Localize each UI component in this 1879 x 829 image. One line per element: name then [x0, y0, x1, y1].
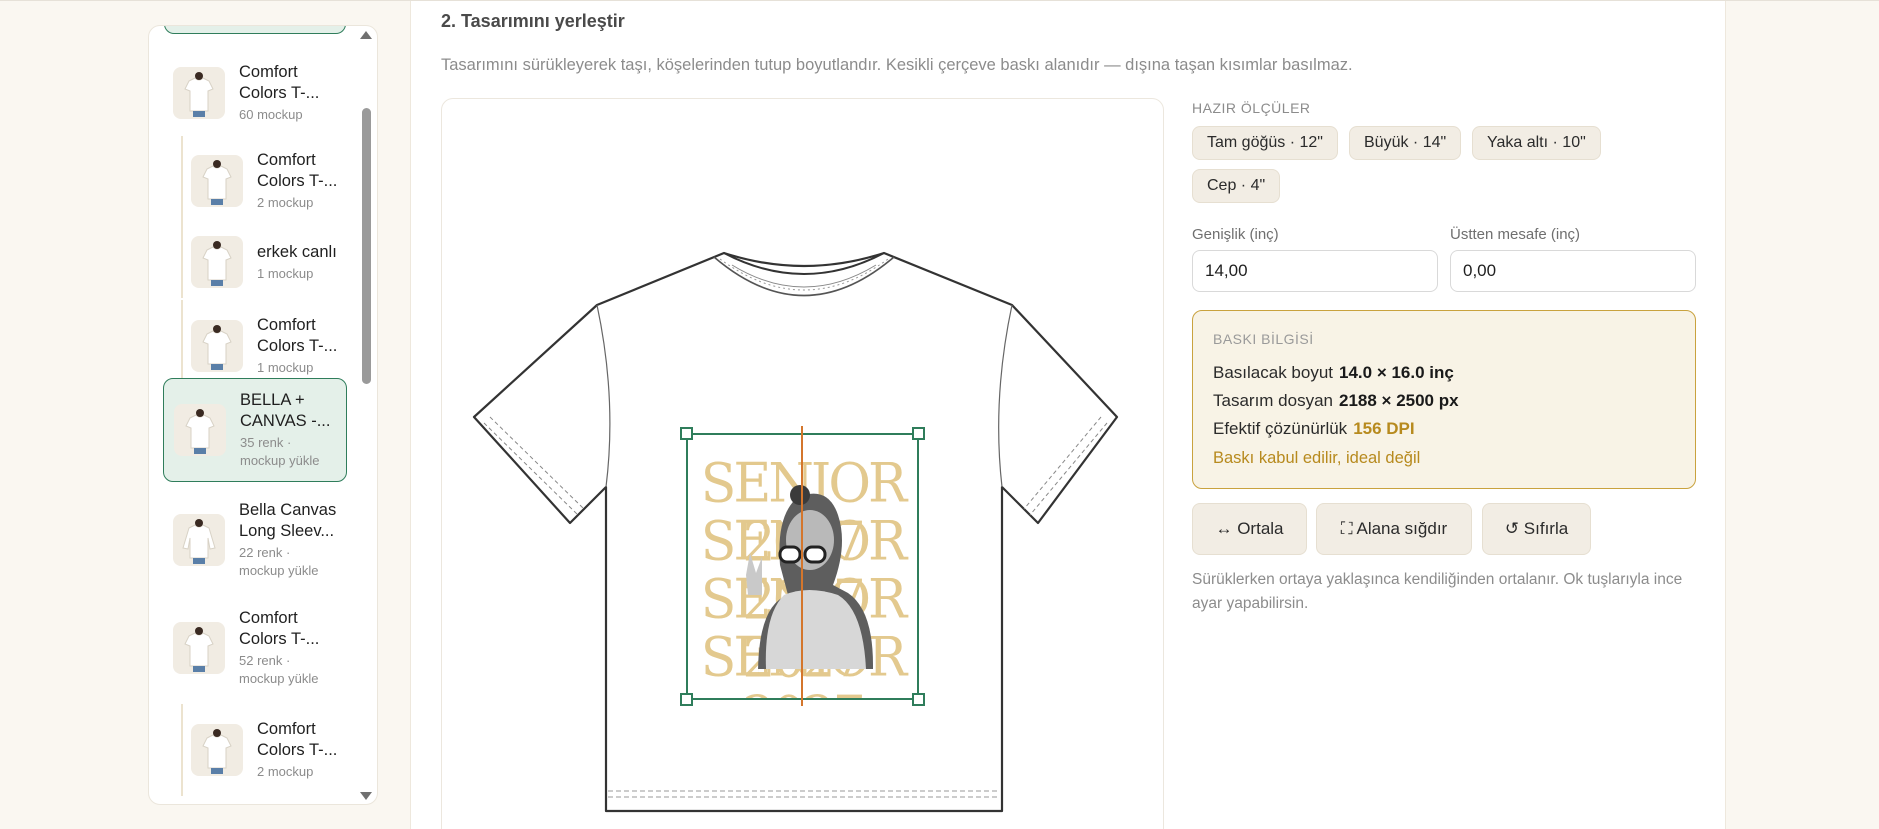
- width-input[interactable]: 14,00: [1192, 250, 1438, 292]
- scroll-down-arrow-icon[interactable]: [360, 792, 372, 800]
- product-name: Comfort: [239, 63, 298, 81]
- step-title: 2. Tasarımını yerleştir: [441, 11, 625, 31]
- tshirt-thumbnail: [173, 514, 225, 566]
- product-item[interactable]: Bella Canvas Long Sleev... 22 renk · moc…: [173, 488, 353, 592]
- tshirt-thumbnail: [191, 236, 243, 288]
- placement-hint: Sürüklerken ortaya yaklaşınca kendiliğin…: [1192, 571, 1683, 612]
- print-size-row: Basılacak boyut 14.0 × 16.0 inç: [1213, 363, 1454, 383]
- product-name-cont: Colors T-...: [257, 337, 338, 355]
- product-meta-cont: mockup yükle: [240, 453, 320, 468]
- preset-full-chest-button[interactable]: Tam göğüs · 12": [1192, 126, 1338, 160]
- step-description: Tasarımını sürükleyerek taşı, köşelerind…: [441, 56, 1353, 74]
- print-info-title: BASKI BİLGİSİ: [1213, 331, 1314, 347]
- product-variant-item[interactable]: Comfort Colors T-... 2 mockup: [181, 704, 349, 796]
- sidebar-scrollbar[interactable]: [359, 26, 373, 804]
- tshirt-thumbnail: [191, 320, 243, 372]
- product-variant-item[interactable]: Comfort Colors T-... 2 mockup: [181, 136, 349, 226]
- tshirt-thumbnail: [173, 67, 225, 119]
- resolution-value: 156 DPI: [1353, 419, 1415, 438]
- preset-pocket-button[interactable]: Cep · 4": [1192, 169, 1281, 203]
- fit-area-button-label: ⛶ Alana sığdır: [1340, 519, 1448, 538]
- top-divider: [0, 0, 1879, 1]
- tshirt-thumbnail: [173, 622, 225, 674]
- product-name: Comfort: [257, 151, 316, 169]
- preset-below-collar-button[interactable]: Yaka altı · 10": [1472, 126, 1601, 160]
- preset-large-button[interactable]: Büyük · 14": [1349, 126, 1462, 160]
- reset-button-label: ↺ Sıfırla: [1504, 519, 1569, 538]
- product-meta: 1 mockup: [257, 265, 314, 281]
- design-file-row: Tasarım dosyan 2188 × 2500 px: [1213, 391, 1459, 411]
- center-button-label: ↔ Ortala: [1215, 519, 1284, 538]
- resolution-row: Efektif çözünürlük 156 DPI: [1213, 419, 1415, 439]
- design-file-label: Tasarım dosyan: [1213, 391, 1333, 410]
- print-info-panel: BASKI BİLGİSİ Basılacak boyut 14.0 × 16.0…: [1192, 310, 1696, 489]
- resolution-label: Efektif çözünürlük: [1213, 419, 1348, 438]
- tshirt-thumbnail: [191, 724, 243, 776]
- product-name: Comfort: [239, 609, 298, 627]
- presets-label: HAZIR ÖLÇÜLER: [1192, 100, 1311, 116]
- top-offset-label: Üstten mesafe (inç): [1450, 226, 1581, 243]
- product-name: Comfort: [257, 720, 316, 738]
- center-button[interactable]: ↔ Ortala: [1192, 503, 1307, 555]
- product-variant-item[interactable]: erkek canlı 1 mockup: [181, 226, 349, 298]
- product-name-cont: CANVAS -...: [240, 412, 331, 430]
- scroll-up-arrow-icon[interactable]: [360, 31, 372, 39]
- girl-photo-image: [746, 485, 873, 675]
- resize-handle-top-left[interactable]: [680, 427, 693, 440]
- product-meta: 35 renk ·: [240, 435, 292, 450]
- product-item-selected[interactable]: BELLA + CANVAS -... 35 renk · mockup yük…: [163, 378, 347, 482]
- product-meta: 60 mockup: [239, 107, 303, 122]
- resize-handle-top-right[interactable]: [912, 427, 925, 440]
- print-size-label: Basılacak boyut: [1213, 363, 1334, 382]
- resize-handle-bottom-right[interactable]: [912, 693, 925, 706]
- product-name-cont: Colors T-...: [257, 741, 338, 759]
- product-meta-cont: mockup yükle: [239, 671, 319, 686]
- design-file-value: 2188 × 2500 px: [1339, 391, 1459, 410]
- product-item[interactable]: Comfort Colors T-... 52 renk · mockup yü…: [173, 596, 353, 700]
- product-item[interactable]: Comfort Colors T-... 60 mockup: [173, 48, 353, 138]
- product-name-cont: Colors T-...: [239, 630, 320, 648]
- tshirt-thumbnail: [191, 155, 243, 207]
- product-list: Comfort Colors T-... 60 mockup Comfort C…: [148, 25, 378, 805]
- product-name: Bella Canvas: [239, 501, 337, 519]
- print-size-value: 14.0 × 16.0 inç: [1339, 363, 1454, 382]
- top-offset-input[interactable]: 0,00: [1450, 250, 1696, 292]
- resize-handle-bottom-left[interactable]: [680, 693, 693, 706]
- width-label: Genişlik (inç): [1192, 226, 1279, 243]
- product-name-cont: Colors T-...: [257, 172, 338, 190]
- product-name: Comfort: [257, 316, 316, 334]
- fit-area-button[interactable]: ⛶ Alana sığdır: [1316, 503, 1472, 555]
- print-quality-note: Baskı kabul edilir, ideal değil: [1213, 449, 1421, 467]
- product-name: erkek canlı: [257, 242, 337, 261]
- product-meta: 1 mockup: [257, 360, 314, 375]
- product-meta: 22 renk ·: [239, 545, 291, 560]
- product-meta: 2 mockup: [257, 764, 314, 779]
- scrollbar-thumb[interactable]: [362, 108, 371, 384]
- product-meta: 52 renk ·: [239, 653, 291, 668]
- product-meta-cont: mockup yükle: [239, 563, 319, 578]
- list-item-previous-selected[interactable]: [164, 26, 346, 34]
- product-name-cont: Colors T-...: [239, 84, 320, 102]
- center-guide-line: [801, 426, 803, 706]
- product-name-cont: Long Sleev...: [239, 522, 335, 540]
- reset-button[interactable]: ↺ Sıfırla: [1482, 503, 1591, 555]
- product-meta: 2 mockup: [257, 195, 314, 210]
- tshirt-thumbnail: [174, 404, 226, 456]
- product-name: BELLA +: [240, 391, 305, 409]
